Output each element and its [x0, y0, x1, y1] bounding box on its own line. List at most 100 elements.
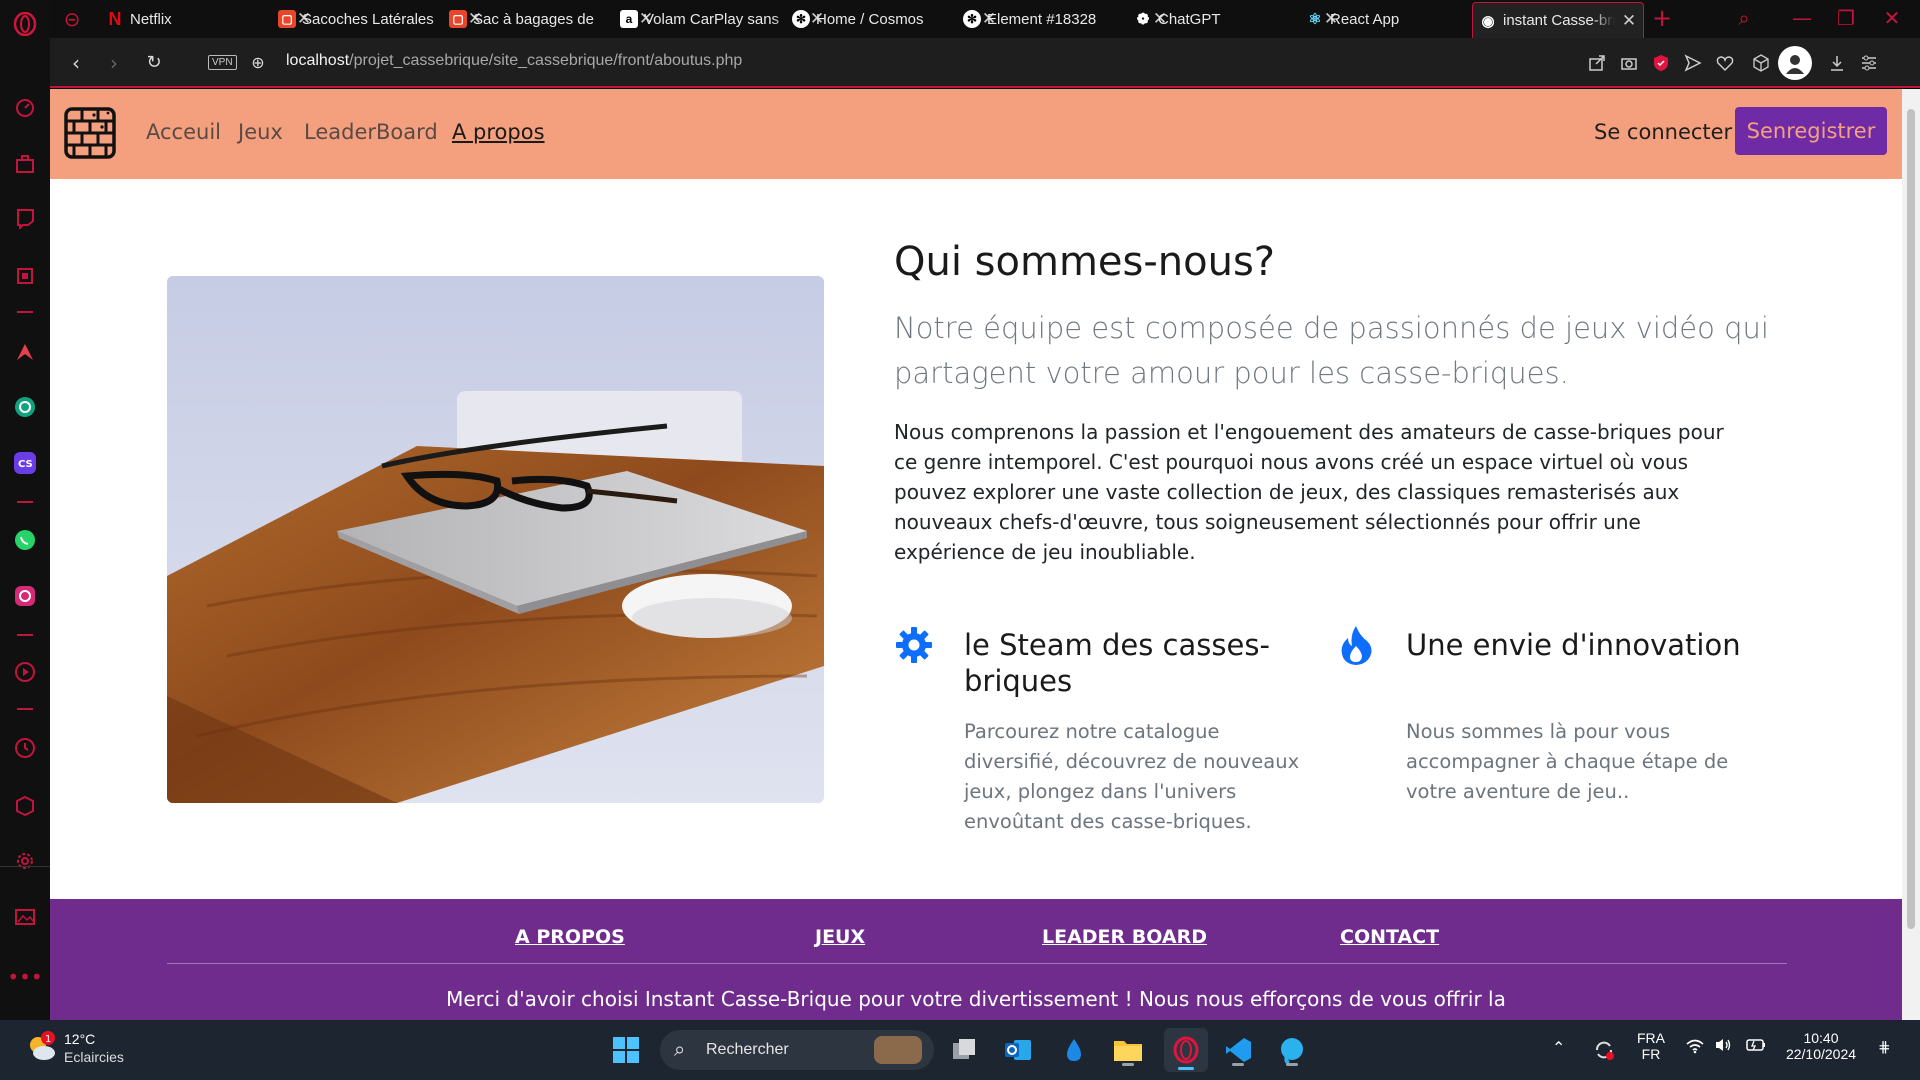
shop-icon: ▢	[449, 10, 467, 28]
tab-title: Netflix	[130, 10, 172, 28]
footer-link-contact[interactable]: CONTACT	[1340, 926, 1439, 948]
gear-icon	[894, 625, 934, 665]
feature-title-steam: le Steam des casses-briques	[964, 628, 1270, 698]
site-info-icon[interactable]: ⊕	[246, 51, 270, 75]
sidebar-divider	[17, 501, 33, 503]
address-bar: ‹ › ↻ VPN ⊕ localhost/projet_cassebrique…	[50, 38, 1920, 88]
opera-taskbar-icon[interactable]	[1164, 1028, 1208, 1072]
close-icon[interactable]: ✕	[1621, 12, 1637, 29]
wifi-icon[interactable]	[1686, 1038, 1704, 1057]
task-view-icon[interactable]	[946, 1032, 982, 1068]
search-tabs-icon[interactable]: ⌕	[1732, 6, 1756, 30]
tab-instant-casse-brique[interactable]: ◉ instant Casse-brique ✕	[1472, 2, 1644, 38]
wallpaper-icon[interactable]	[13, 905, 37, 929]
heart-icon[interactable]	[1714, 52, 1736, 74]
minimize-button[interactable]: —	[1790, 6, 1814, 30]
nav-link-jeux[interactable]: Jeux	[238, 120, 283, 144]
adblock-icon[interactable]	[1650, 52, 1672, 74]
running-indicator	[1286, 1063, 1298, 1066]
vscode-icon[interactable]	[1220, 1032, 1256, 1068]
sidebar-divider	[17, 708, 33, 710]
easy-setup-icon[interactable]	[1858, 52, 1880, 74]
windows-start-button[interactable]	[608, 1032, 644, 1068]
running-indicator	[1122, 1063, 1134, 1066]
share-icon[interactable]	[1586, 52, 1608, 74]
fire-icon	[1336, 624, 1376, 665]
close-window-button[interactable]: ✕	[1880, 6, 1904, 30]
history-icon[interactable]	[13, 736, 37, 760]
sidebar-divider	[17, 634, 33, 636]
aria-icon[interactable]	[13, 340, 37, 364]
chatgpt-icon[interactable]	[13, 395, 37, 419]
keyboard-layout: FR	[1641, 1046, 1661, 1062]
footer-link-jeux[interactable]: JEUX	[815, 926, 865, 948]
battery-icon[interactable]	[1746, 1038, 1766, 1055]
clock[interactable]: 10:40 22/10/2024	[1780, 1030, 1862, 1062]
nav-link-leaderboard[interactable]: LeaderBoard	[304, 120, 438, 144]
tab-title: React App	[1330, 10, 1400, 28]
chevron-up-icon[interactable]: ⌃	[1552, 1038, 1565, 1058]
nav-link-a-propos[interactable]: A propos	[452, 120, 545, 144]
chatsonic-icon[interactable]: CS	[13, 451, 37, 475]
whatsapp-icon[interactable]	[13, 528, 37, 552]
twitch-icon[interactable]	[13, 206, 37, 230]
drop-app-icon[interactable]	[1056, 1032, 1092, 1068]
nav-link-acceuil[interactable]: Acceuil	[146, 120, 221, 144]
outlook-icon[interactable]	[1000, 1032, 1036, 1068]
avatar[interactable]	[1778, 46, 1812, 80]
file-explorer-icon[interactable]	[1110, 1032, 1146, 1068]
footer-link-leader-board[interactable]: LEADER BOARD	[1042, 926, 1207, 948]
vpn-badge[interactable]: VPN	[208, 55, 237, 70]
cpu-icon[interactable]	[13, 264, 37, 288]
tab-title: Sacoches Latérales	[302, 10, 434, 28]
taskbar-search-input[interactable]: ⌕ Rechercher	[660, 1030, 934, 1070]
tab-title: Sac à bagages de	[473, 10, 594, 28]
sync-icon[interactable]	[1586, 1032, 1622, 1068]
weather-widget[interactable]: 1 12°C Eclaircies	[24, 1030, 124, 1066]
feature-title-innovation: Une envie d'innovation	[1406, 628, 1741, 662]
player-icon[interactable]	[13, 660, 37, 684]
back-button[interactable]: ‹	[64, 51, 88, 75]
url-path: /projet_cassebrique/site_cassebrique/fro…	[349, 52, 743, 69]
clock-date: 22/10/2024	[1785, 1046, 1857, 1062]
extensions-icon[interactable]	[13, 794, 37, 818]
tab-title: ChatGPT	[1158, 10, 1221, 28]
volume-icon[interactable]	[1714, 1037, 1732, 1056]
notifications-icon[interactable]: ⋕	[1878, 1038, 1891, 1056]
login-link[interactable]: Se connecter	[1594, 120, 1732, 144]
footer-divider	[167, 963, 1787, 964]
download-icon[interactable]	[1826, 52, 1848, 74]
url-field[interactable]: localhost/projet_cassebrique/site_casseb…	[286, 52, 742, 70]
running-indicator	[1232, 1063, 1244, 1066]
tab-title: instant Casse-brique	[1503, 12, 1615, 29]
footer-link-a-propos[interactable]: A PROPOS	[515, 926, 625, 948]
cosmos-icon: ✻	[792, 10, 810, 28]
new-tab-button[interactable]: +	[1650, 6, 1674, 30]
tab-title: Home / Cosmos	[816, 10, 924, 28]
register-button[interactable]: Senregistrer	[1735, 107, 1887, 155]
more-icon[interactable]: •••	[7, 965, 42, 989]
briefcase-icon[interactable]	[13, 152, 37, 176]
feature-text-innovation: Nous sommes là pour vous accompagner à c…	[1406, 720, 1729, 803]
speed-dial-icon[interactable]	[13, 96, 37, 120]
cube-icon[interactable]	[1750, 52, 1772, 74]
settings-icon[interactable]	[13, 849, 37, 873]
language-code: FRA	[1637, 1030, 1665, 1046]
input-language[interactable]: FRA FR	[1634, 1030, 1668, 1062]
forward-button[interactable]: ›	[102, 51, 126, 75]
search-icon: ⌕	[674, 1039, 686, 1061]
opera-logo-icon[interactable]	[13, 12, 37, 36]
elephant-app-icon[interactable]	[1274, 1032, 1310, 1068]
send-icon[interactable]	[1682, 52, 1704, 74]
sidebar-divider	[0, 866, 50, 867]
gamepad-icon[interactable]: ⊝	[60, 7, 84, 31]
restore-button[interactable]: ❐	[1834, 6, 1858, 30]
reload-button[interactable]: ↻	[142, 51, 166, 75]
weather-badge: 1	[45, 1034, 51, 1045]
instagram-icon[interactable]	[13, 584, 37, 608]
scrollbar-thumb[interactable]	[1907, 109, 1915, 929]
camera-icon[interactable]	[1618, 52, 1640, 74]
page-scrollbar[interactable]	[1902, 89, 1920, 1020]
partly-sunny-icon: 1	[30, 1031, 55, 1060]
brick-wall-logo-icon[interactable]	[64, 107, 116, 159]
